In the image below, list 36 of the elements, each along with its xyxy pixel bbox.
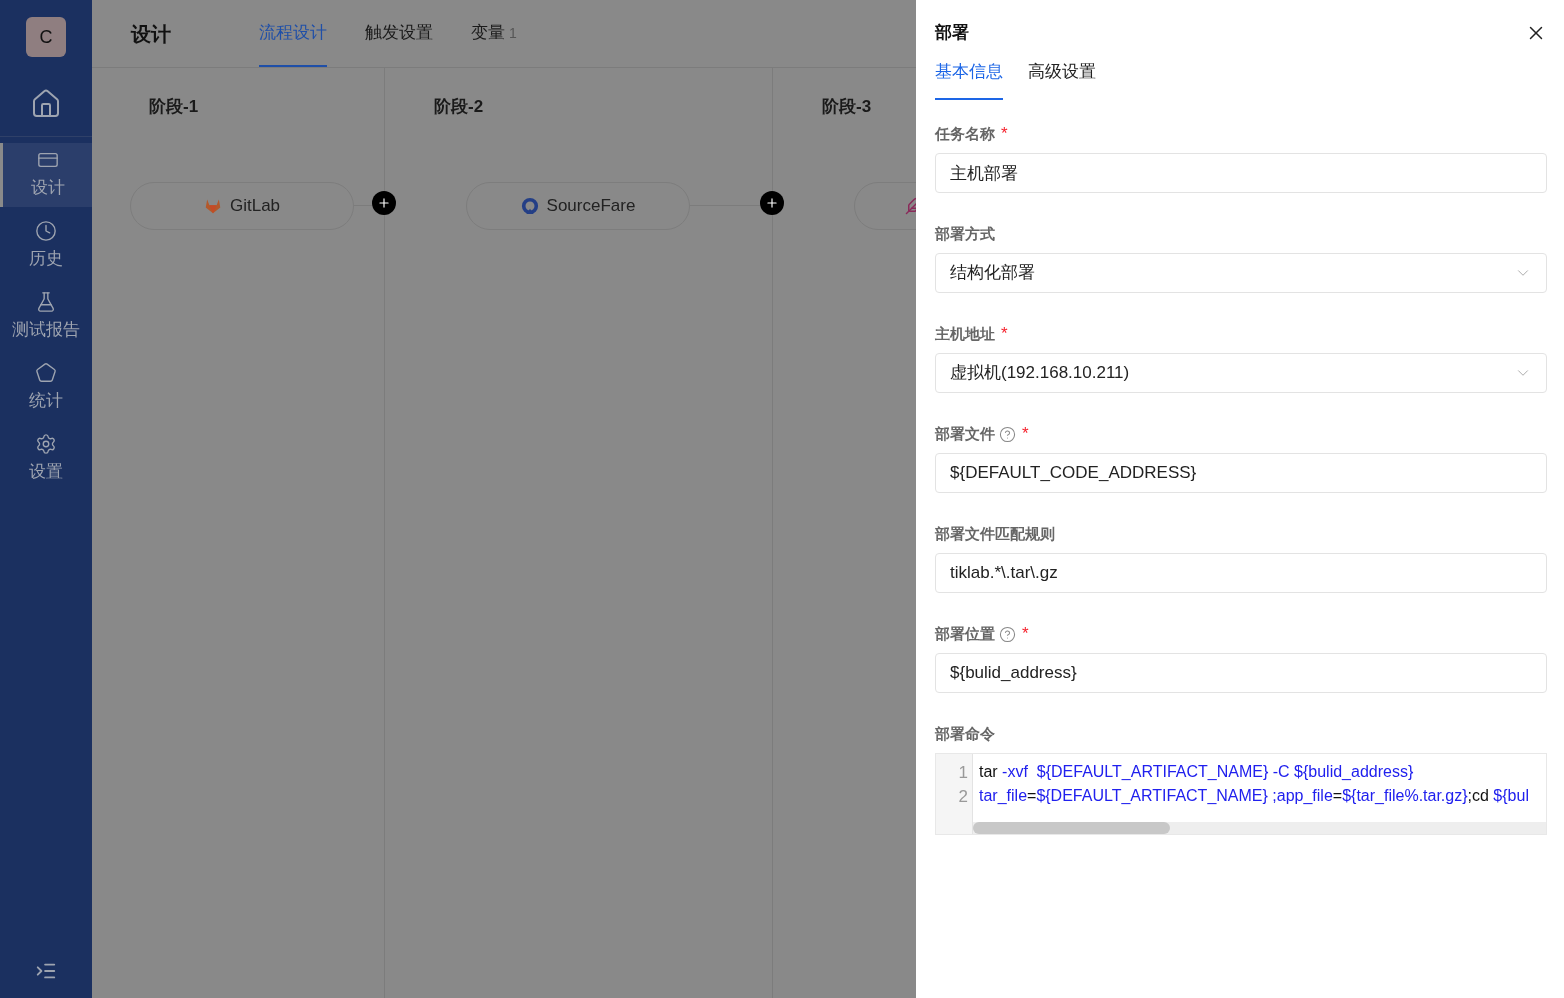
sidebar-item[interactable]: 设计 bbox=[0, 143, 92, 207]
tab[interactable]: 高级设置 bbox=[1028, 58, 1096, 100]
sidebar-item[interactable]: 设置 bbox=[0, 427, 92, 491]
code-editor[interactable]: 1 2 tar -xvf ${DEFAULT_ARTIFACT_NAME} -C ${bulid_address} tar_file=${DEFAULT_ARTIFACT_NAME} ;app_file=${tar_file%.tar.gz};cd ${bul bbox=[935, 753, 1547, 835]
stage-title: 阶段-2 bbox=[434, 96, 485, 118]
field-label: 部署方式 bbox=[935, 223, 995, 244]
stage-title: 阶段-3 bbox=[822, 96, 873, 118]
input-field[interactable]: tiklab.*\.tar\.gz bbox=[935, 553, 1547, 593]
avatar[interactable]: C bbox=[26, 17, 66, 57]
select-field[interactable]: 虚拟机(192.168.10.211) bbox=[935, 353, 1547, 393]
required-mark: * bbox=[1001, 323, 1008, 346]
input-field[interactable]: ${DEFAULT_CODE_ADDRESS} bbox=[935, 453, 1547, 493]
line-number: 1 bbox=[958, 762, 968, 784]
input-field[interactable]: ${bulid_address} bbox=[935, 653, 1547, 693]
field-label: 部署命令 bbox=[935, 723, 995, 744]
line-number: 2 bbox=[958, 786, 968, 808]
page-title: 设计 bbox=[131, 21, 171, 47]
required-mark: * bbox=[1001, 123, 1008, 146]
field-label: 任务名称 bbox=[935, 123, 995, 144]
code-line: tar -xvf ${DEFAULT_ARTIFACT_NAME} -C ${bulid_address} bbox=[979, 762, 1415, 782]
stage-title: 阶段-1 bbox=[148, 96, 200, 118]
required-mark: * bbox=[1022, 423, 1029, 446]
sidebar-item[interactable]: 测试报告 bbox=[0, 285, 92, 349]
input-field[interactable]: 主机部署 bbox=[935, 153, 1547, 193]
tab[interactable]: 基本信息 bbox=[935, 58, 1003, 100]
drawer-title: 部署 bbox=[935, 22, 969, 44]
field-label: 部署文件 bbox=[935, 423, 995, 444]
code-line: tar_file=${DEFAULT_ARTIFACT_NAME} ;app_file=${tar_file%.tar.gz};cd ${bul bbox=[979, 786, 1530, 806]
field-label: 部署位置 bbox=[935, 623, 995, 644]
field-label: 部署文件匹配规则 bbox=[935, 523, 1055, 544]
sidebar-item[interactable]: 历史 bbox=[0, 214, 92, 278]
required-mark: * bbox=[1022, 623, 1029, 646]
sidebar-item[interactable]: 统计 bbox=[0, 356, 92, 420]
field-label: 主机地址 bbox=[935, 323, 995, 344]
select-field[interactable]: 结构化部署 bbox=[935, 253, 1547, 293]
tab[interactable]: 触发设置 bbox=[365, 0, 433, 67]
